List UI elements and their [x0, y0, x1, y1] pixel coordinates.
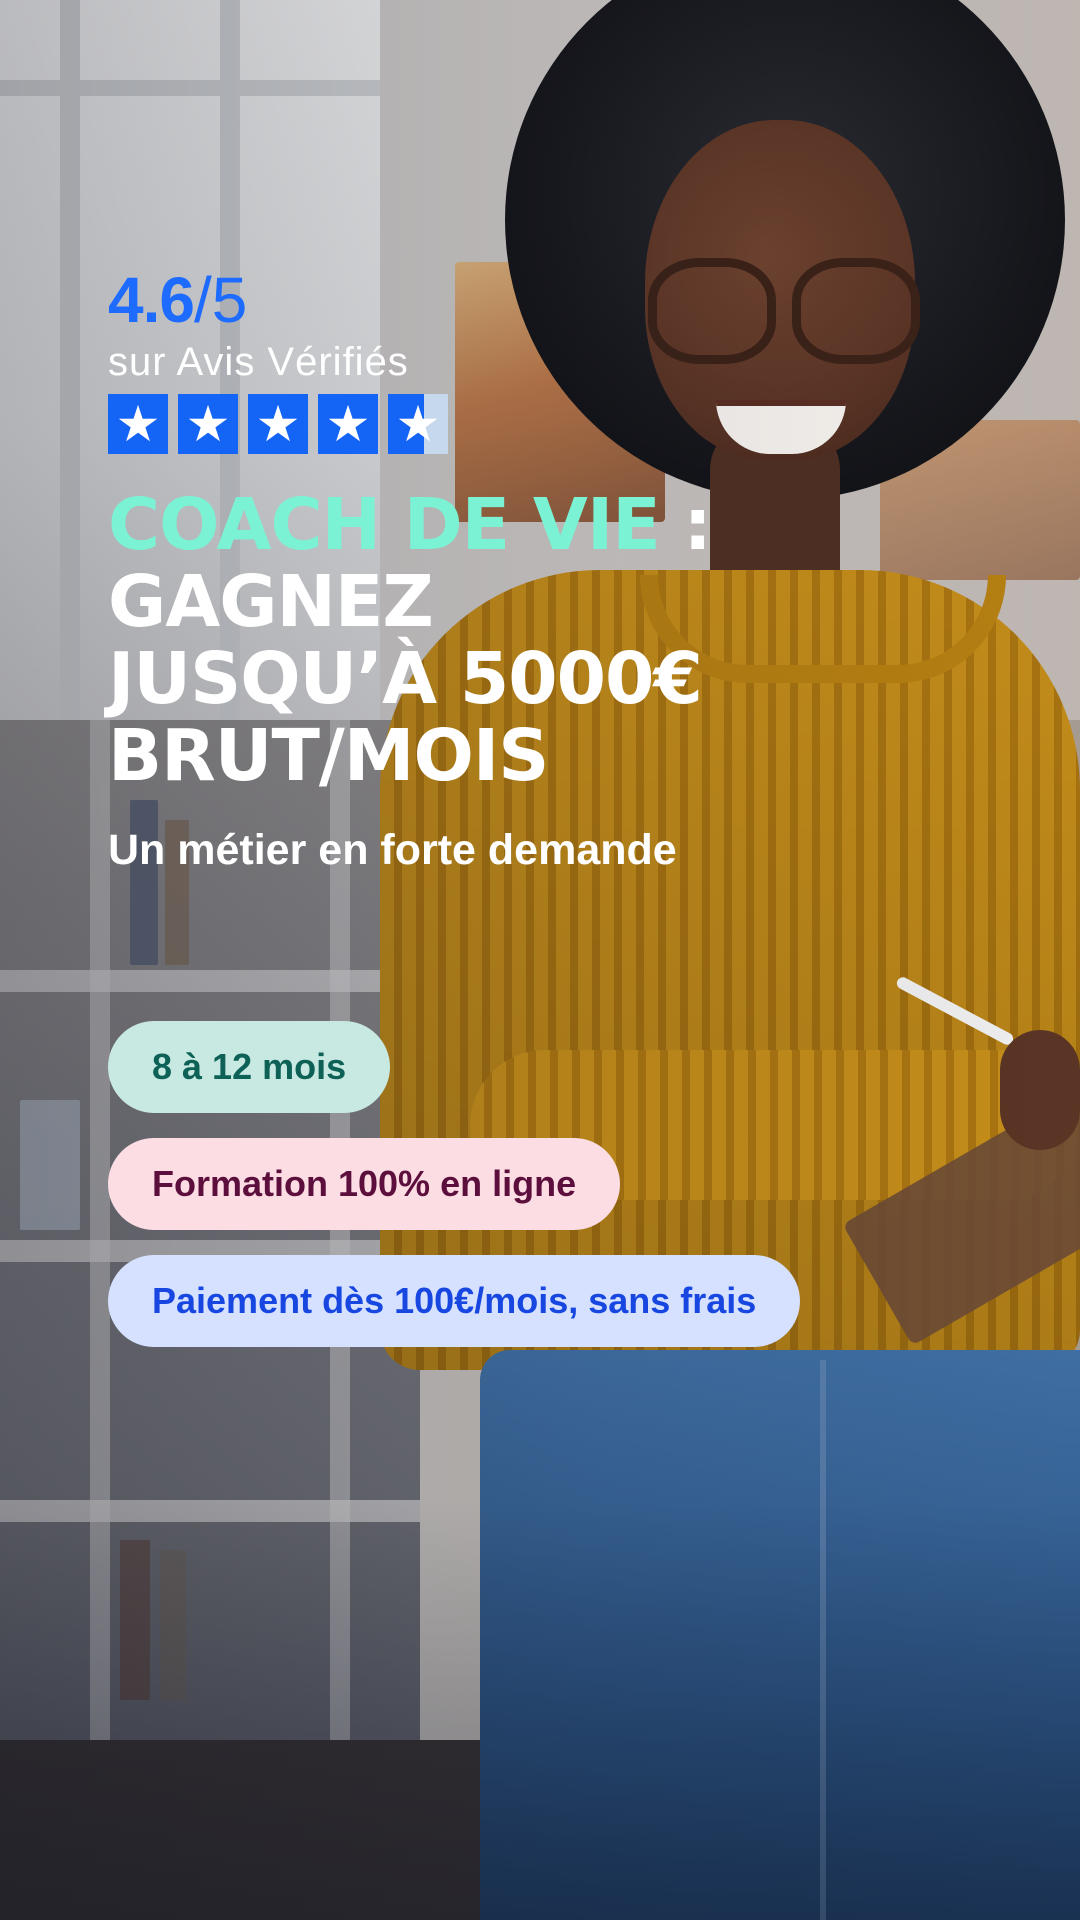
rating-score: 4.6/5 [108, 268, 247, 332]
rating-value: 4.6 [108, 264, 195, 336]
ad-creative: 4.6/5 sur Avis Vérifiés ★ ★ ★ ★ ★ COACH DE V… [0, 0, 1080, 1920]
star-icon: ★ [318, 394, 378, 454]
headline-line-4: BRUT/MOIS [108, 714, 549, 797]
star-icon: ★ [248, 394, 308, 454]
rating-stars: ★ ★ ★ ★ ★ [108, 394, 448, 454]
headline: COACH DE VIE : GAGNEZ JUSQU’À 5000€ BRUT… [108, 486, 908, 794]
pill-online-training: Formation 100% en ligne [108, 1138, 621, 1230]
subtitle: Un métier en forte demande [108, 826, 677, 874]
rating-max: /5 [193, 264, 248, 336]
headline-line-1: COACH DE VIE : [108, 486, 908, 563]
headline-accent-suffix: : [659, 483, 711, 566]
overlay-shade [0, 1500, 1080, 1920]
star-icon: ★ [388, 394, 448, 454]
headline-line-3: JUSQU’À 5000€ [108, 637, 703, 720]
headline-accent: COACH DE VIE [108, 483, 661, 566]
star-icon: ★ [178, 394, 238, 454]
pill-payment: Paiement dès 100€/mois, sans frais [108, 1255, 801, 1347]
headline-line-2: GAGNEZ [108, 560, 434, 643]
pill-duration: 8 à 12 mois [108, 1021, 391, 1113]
rating-source: sur Avis Vérifiés [108, 340, 409, 384]
star-icon: ★ [108, 394, 168, 454]
